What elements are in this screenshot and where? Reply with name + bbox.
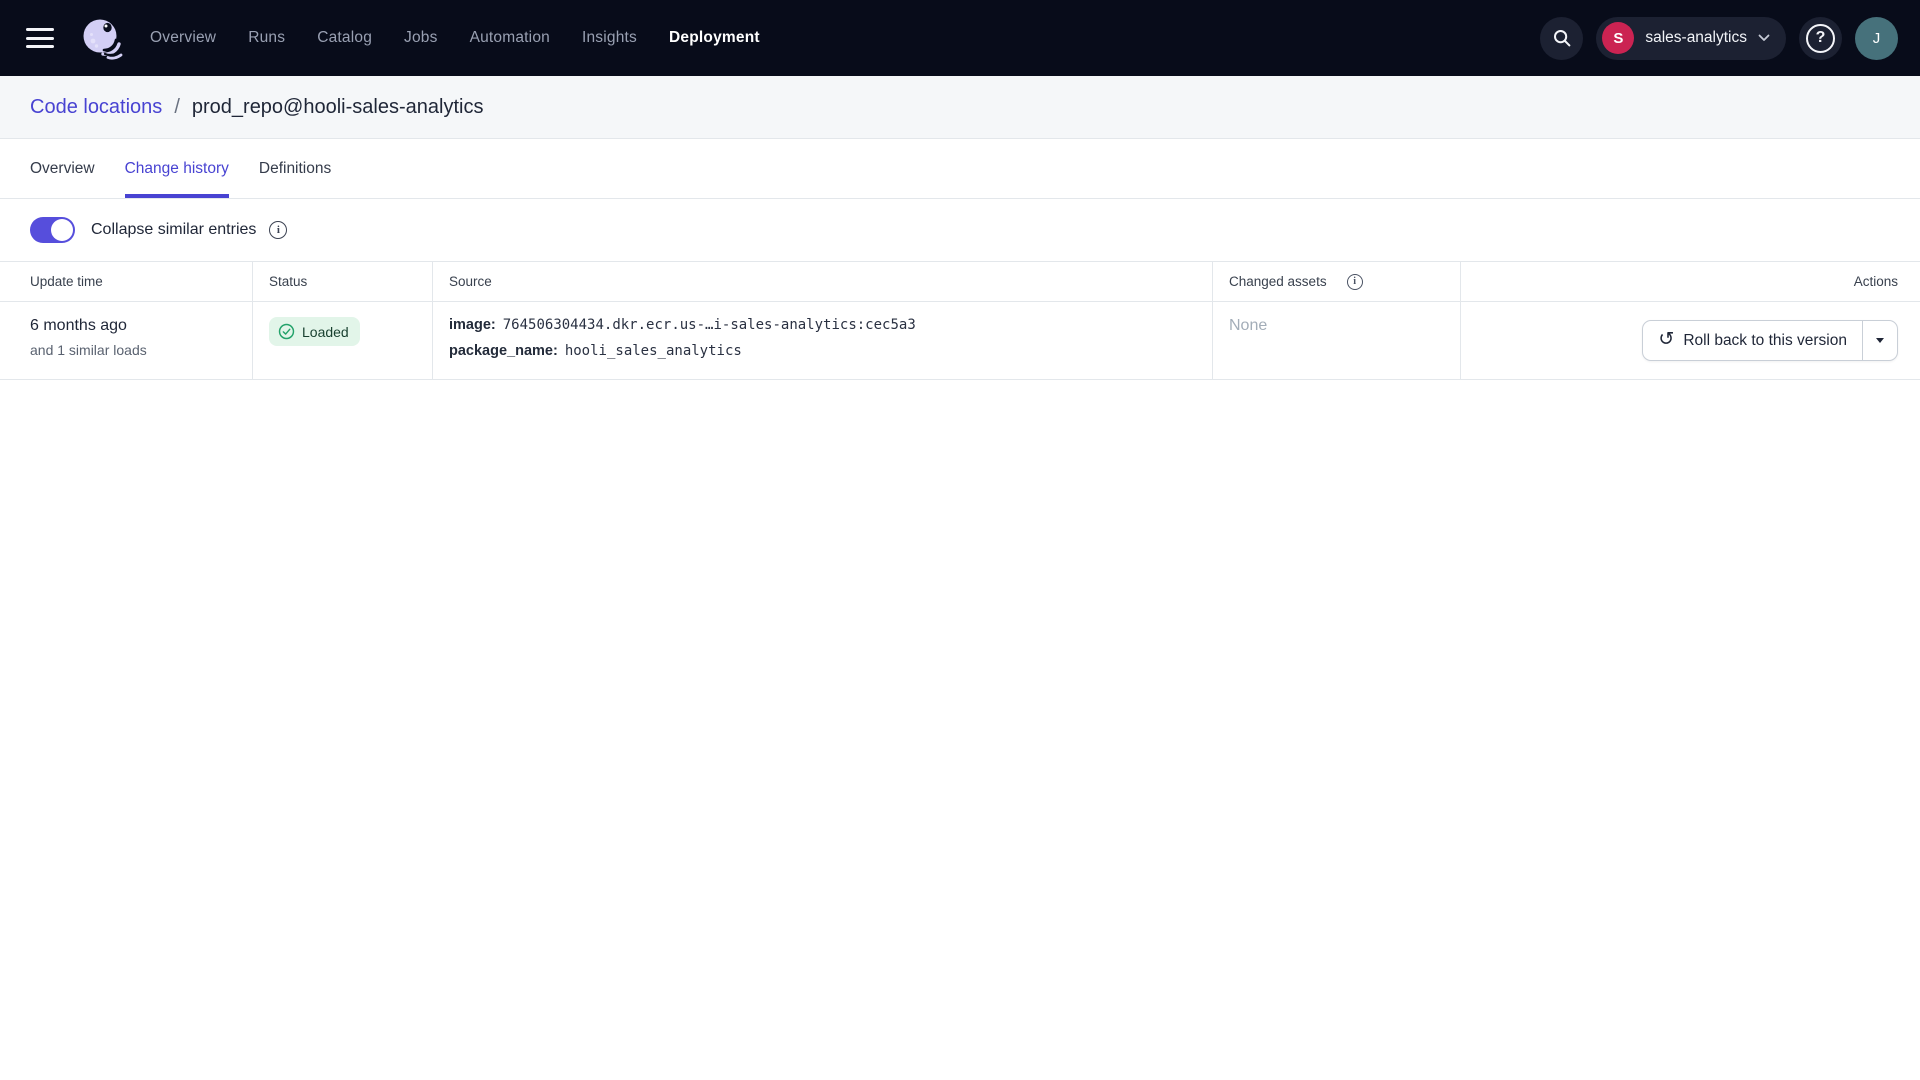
nav-item-runs[interactable]: Runs (248, 29, 285, 47)
source-package-value: hooli_sales_analytics (565, 343, 742, 359)
org-name: sales-analytics (1645, 29, 1747, 47)
nav-item-automation[interactable]: Automation (470, 29, 550, 47)
main-nav-links: Overview Runs Catalog Jobs Automation In… (150, 29, 760, 47)
similar-loads-note: and 1 similar loads (30, 342, 236, 358)
source-package-key: package_name: (449, 343, 558, 359)
check-circle-icon (278, 323, 295, 340)
tab-bar: Overview Change history Definitions (0, 139, 1920, 199)
nav-item-insights[interactable]: Insights (582, 29, 637, 47)
caret-down-icon (1876, 338, 1884, 343)
tab-definitions[interactable]: Definitions (259, 139, 331, 198)
page-title: prod_repo@hooli-sales-analytics (192, 96, 484, 119)
column-header-source: Source (433, 262, 1213, 301)
info-icon[interactable] (1347, 274, 1363, 290)
hamburger-menu-icon[interactable] (26, 28, 54, 48)
status-label: Loaded (302, 324, 349, 340)
column-header-actions: Actions (1461, 262, 1920, 301)
user-avatar[interactable]: J (1855, 17, 1898, 60)
column-header-status: Status (253, 262, 433, 301)
breadcrumb: Code locations / prod_repo@hooli-sales-a… (0, 76, 1920, 139)
breadcrumb-code-locations-link[interactable]: Code locations (30, 96, 162, 119)
question-mark-icon (1806, 24, 1835, 53)
toggle-knob (51, 219, 73, 241)
breadcrumb-separator: / (174, 96, 180, 119)
nav-item-deployment[interactable]: Deployment (669, 29, 760, 47)
cell-actions: ↺ Roll back to this version (1461, 302, 1920, 379)
rollback-dropdown-button[interactable] (1862, 321, 1897, 360)
table-row: 6 months ago and 1 similar loads Loaded … (0, 302, 1920, 380)
org-badge: S (1602, 22, 1634, 54)
status-badge: Loaded (269, 317, 360, 346)
nav-item-jobs[interactable]: Jobs (404, 29, 438, 47)
info-icon[interactable] (269, 221, 287, 239)
cell-changed-assets: None (1213, 302, 1461, 379)
cell-status: Loaded (253, 302, 433, 379)
table-header-row: Update time Status Source Changed assets… (0, 262, 1920, 302)
source-image-line: image: 764506304434.dkr.ecr.us-…i-sales-… (449, 317, 1196, 333)
tab-overview[interactable]: Overview (30, 139, 95, 198)
change-history-table: Update time Status Source Changed assets… (0, 261, 1920, 380)
nav-item-overview[interactable]: Overview (150, 29, 216, 47)
update-time-value: 6 months ago (30, 317, 236, 335)
org-switcher[interactable]: S sales-analytics (1596, 17, 1786, 60)
rollback-button-label: Roll back to this version (1683, 332, 1847, 350)
dagster-logo-icon[interactable] (76, 14, 124, 62)
collapse-toggle-label: Collapse similar entries (91, 221, 256, 239)
history-icon: ↺ (1658, 330, 1674, 349)
chevron-down-icon (1758, 34, 1770, 42)
nav-right-controls: S sales-analytics J (1540, 17, 1898, 60)
rollback-split-button: ↺ Roll back to this version (1642, 320, 1898, 361)
collapse-similar-toggle[interactable] (30, 217, 75, 243)
cell-source: image: 764506304434.dkr.ecr.us-…i-sales-… (433, 302, 1213, 379)
column-header-changed-assets: Changed assets (1213, 262, 1461, 301)
filter-row: Collapse similar entries (0, 199, 1920, 261)
source-package-line: package_name: hooli_sales_analytics (449, 343, 1196, 359)
top-navigation-bar: Overview Runs Catalog Jobs Automation In… (0, 0, 1920, 76)
search-icon (1552, 28, 1572, 48)
changed-assets-value: None (1229, 317, 1267, 334)
rollback-button[interactable]: ↺ Roll back to this version (1643, 321, 1862, 360)
cell-update-time: 6 months ago and 1 similar loads (0, 302, 253, 379)
source-image-key: image: (449, 317, 496, 333)
help-button[interactable] (1799, 17, 1842, 60)
tab-change-history[interactable]: Change history (125, 139, 229, 198)
source-image-value: 764506304434.dkr.ecr.us-…i-sales-analyti… (503, 317, 916, 333)
column-header-update-time: Update time (0, 262, 253, 301)
search-button[interactable] (1540, 17, 1583, 60)
nav-item-catalog[interactable]: Catalog (317, 29, 372, 47)
